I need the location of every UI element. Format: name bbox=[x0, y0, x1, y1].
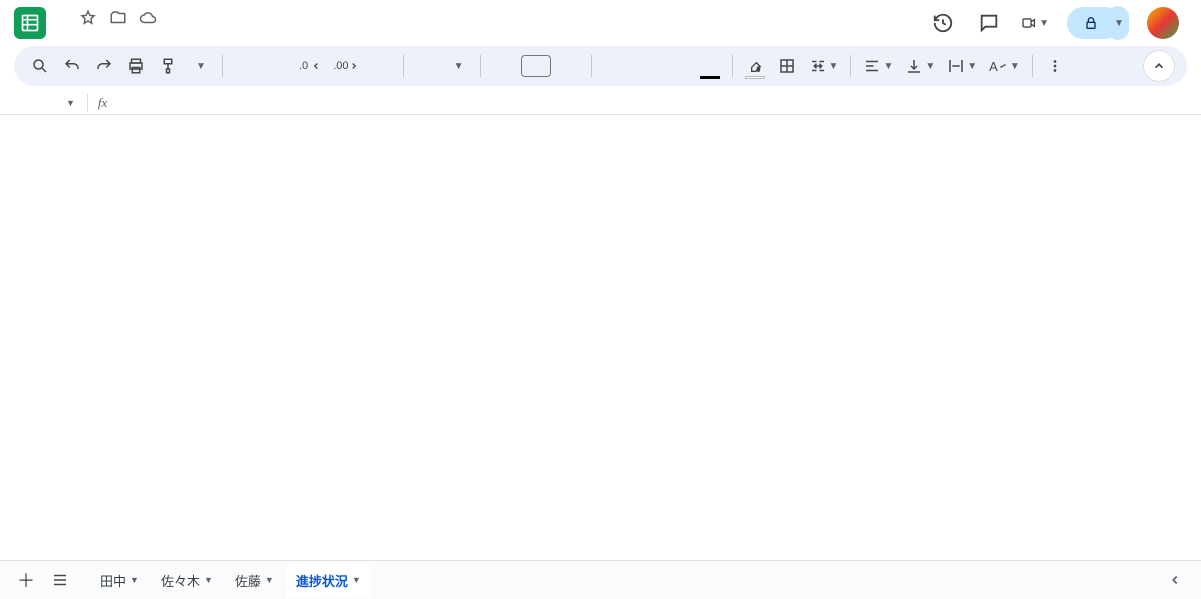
format-percent[interactable] bbox=[263, 51, 291, 81]
name-box-dropdown[interactable]: ▼ bbox=[60, 98, 81, 108]
explore-left-icon[interactable] bbox=[1161, 565, 1189, 595]
number-format[interactable] bbox=[367, 51, 395, 81]
sheets-logo-icon bbox=[14, 7, 46, 39]
history-icon[interactable] bbox=[929, 9, 957, 37]
borders-button[interactable] bbox=[773, 51, 801, 81]
zoom-select[interactable]: ▼ bbox=[186, 51, 214, 81]
fill-color-button[interactable] bbox=[741, 51, 769, 81]
font-size-decrease[interactable] bbox=[489, 51, 517, 81]
comment-icon[interactable] bbox=[975, 9, 1003, 37]
fx-icon: fx bbox=[94, 95, 111, 111]
star-icon[interactable] bbox=[78, 8, 98, 28]
undo-icon[interactable] bbox=[58, 51, 86, 81]
chevron-down-icon[interactable]: ▼ bbox=[130, 575, 139, 585]
menu-edit[interactable] bbox=[74, 30, 88, 38]
sheet-tab-田中[interactable]: 田中▼ bbox=[90, 563, 149, 598]
menu-insert[interactable] bbox=[110, 30, 124, 38]
font-size-increase[interactable] bbox=[555, 51, 583, 81]
rotate-button[interactable]: A▼ bbox=[985, 51, 1024, 81]
sheet-tab-進捗状況[interactable]: 進捗状況▼ bbox=[286, 563, 371, 598]
chevron-down-icon[interactable]: ▼ bbox=[352, 575, 361, 585]
lock-icon bbox=[1083, 15, 1099, 31]
merge-button[interactable]: ▼ bbox=[805, 51, 843, 81]
sheet-tab-佐々木[interactable]: 佐々木▼ bbox=[151, 563, 223, 598]
meet-icon[interactable]: ▼ bbox=[1021, 9, 1049, 37]
font-size-input[interactable] bbox=[521, 55, 551, 77]
font-select[interactable]: ▼ bbox=[412, 51, 472, 81]
increase-decimal[interactable]: .00 bbox=[329, 51, 362, 81]
valign-button[interactable]: ▼ bbox=[901, 51, 939, 81]
italic-button[interactable] bbox=[632, 51, 660, 81]
chevron-down-icon[interactable]: ▼ bbox=[265, 575, 274, 585]
format-currency[interactable] bbox=[231, 51, 259, 81]
avatar[interactable] bbox=[1147, 7, 1179, 39]
menu-help[interactable] bbox=[200, 30, 214, 38]
more-button[interactable] bbox=[1041, 51, 1069, 81]
paint-format-icon[interactable] bbox=[154, 51, 182, 81]
text-color-button[interactable] bbox=[696, 51, 724, 81]
move-folder-icon[interactable] bbox=[108, 8, 128, 28]
add-sheet-button[interactable]: ＋ bbox=[12, 566, 40, 594]
halign-button[interactable]: ▼ bbox=[859, 51, 897, 81]
sheet-tab-佐藤[interactable]: 佐藤▼ bbox=[225, 563, 284, 598]
all-sheets-button[interactable] bbox=[46, 566, 74, 594]
doc-title[interactable] bbox=[56, 16, 68, 20]
chevron-down-icon[interactable]: ▼ bbox=[204, 575, 213, 585]
menu-tools[interactable] bbox=[164, 30, 178, 38]
cloud-status-icon[interactable] bbox=[138, 8, 158, 28]
bold-button[interactable] bbox=[600, 51, 628, 81]
collapse-toolbar-icon[interactable] bbox=[1143, 50, 1175, 82]
menu-file[interactable] bbox=[56, 30, 70, 38]
redo-icon[interactable] bbox=[90, 51, 118, 81]
formula-input[interactable] bbox=[111, 101, 1201, 105]
menubar bbox=[56, 28, 214, 38]
strike-button[interactable] bbox=[664, 51, 692, 81]
share-dropdown[interactable]: ▼ bbox=[1107, 6, 1129, 40]
toolbar: ▼ .0 .00 ▼ ▼ ▼ ▼ ▼ A▼ bbox=[14, 46, 1187, 86]
menu-extensions[interactable] bbox=[182, 30, 196, 38]
search-icon[interactable] bbox=[26, 51, 54, 81]
menu-format[interactable] bbox=[128, 30, 142, 38]
print-icon[interactable] bbox=[122, 51, 150, 81]
wrap-button[interactable]: ▼ bbox=[943, 51, 981, 81]
menu-data[interactable] bbox=[146, 30, 160, 38]
menu-view[interactable] bbox=[92, 30, 106, 38]
decrease-decimal[interactable]: .0 bbox=[295, 51, 325, 81]
